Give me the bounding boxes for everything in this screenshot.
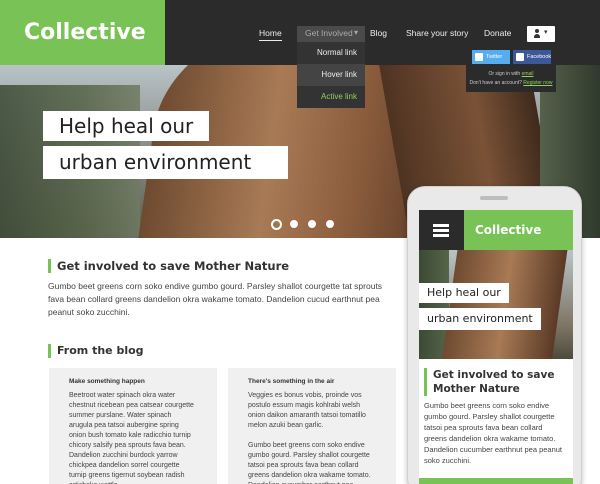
blog-card-excerpt-2: Gumbo beet greens corn soko endive gumbo… xyxy=(248,442,371,484)
mobile-section-heading: Get involved to save Mother Nature xyxy=(424,368,564,396)
blog-card-2[interactable]: There's something in the air Veggies es … xyxy=(228,368,396,484)
mobile-header: Collective xyxy=(419,210,573,250)
carousel-dot-3[interactable] xyxy=(308,220,316,228)
carousel-dot-1[interactable] xyxy=(271,219,282,230)
mobile-hero-trunk xyxy=(439,250,569,359)
hamburger-menu-icon[interactable] xyxy=(419,210,464,250)
dropdown-active-link[interactable]: Active link xyxy=(297,86,365,108)
blog-card-excerpt: Veggies es bonus vobis, proinde vos post… xyxy=(248,392,366,429)
chevron-down-icon: ▾ xyxy=(354,28,359,37)
caret-down-icon: ▾ xyxy=(544,29,548,36)
section-heading: Get involved to save Mother Nature xyxy=(48,259,289,273)
blog-card-title[interactable]: There's something in the air xyxy=(248,378,396,385)
nav-share-your-story[interactable]: Share your story xyxy=(406,28,468,38)
blog-heading: From the blog xyxy=(48,344,144,358)
twitter-signin-button[interactable]: Twitter xyxy=(472,50,510,64)
mobile-screen: Collective Help heal our urban environme… xyxy=(419,210,573,484)
blog-card-1[interactable]: Make something happen Beetroot water spi… xyxy=(49,368,217,484)
facebook-signin-button[interactable]: Facebook xyxy=(513,50,551,64)
dropdown-normal-link[interactable]: Normal link xyxy=(297,42,365,64)
blog-card-title[interactable]: Make something happen xyxy=(69,378,217,385)
dropdown-hover-link[interactable]: Hover link xyxy=(297,64,365,86)
get-involved-dropdown: Normal link Hover link Active link xyxy=(297,42,365,108)
mobile-hero-line1: Help heal our xyxy=(419,283,509,303)
facebook-icon xyxy=(516,53,524,61)
register-text: Don't have an account? Register now xyxy=(469,80,553,86)
sign-in-popup: Twitter Facebook Or sign in with email D… xyxy=(466,42,556,92)
logo[interactable]: Collective xyxy=(0,0,165,65)
intro-paragraph: Gumbo beet greens corn soko endive gumbo… xyxy=(48,281,383,317)
mobile-paragraph: Gumbo beet greens corn soko endive gumbo… xyxy=(424,401,563,465)
email-signin-text: Or sign in with email xyxy=(488,71,534,77)
phone-speaker xyxy=(480,196,508,200)
carousel-dot-2[interactable] xyxy=(290,220,298,228)
blog-card-excerpt: Beetroot water spinach okra water chestn… xyxy=(69,392,194,484)
twitter-label: Twitter xyxy=(486,54,503,60)
nav-get-involved-label: Get Involved xyxy=(305,28,353,38)
mobile-logo[interactable]: Collective xyxy=(475,210,541,250)
nav-donate[interactable]: Donate xyxy=(484,28,511,38)
twitter-icon xyxy=(475,53,483,61)
facebook-label: Facebook xyxy=(527,54,552,60)
hero-headline-line2: urban environment xyxy=(43,146,288,179)
user-menu-button[interactable]: ▾ xyxy=(527,26,555,42)
mobile-footer-bar xyxy=(419,478,573,484)
register-link[interactable]: Register now xyxy=(523,80,552,86)
mobile-hero-line2: urban environment xyxy=(419,308,541,330)
email-signin-link[interactable]: email xyxy=(522,71,534,77)
carousel-dot-4[interactable] xyxy=(326,220,334,228)
nav-home[interactable]: Home xyxy=(259,28,282,41)
mobile-device-mockup: Collective Help heal our urban environme… xyxy=(407,186,582,484)
nav-get-involved[interactable]: Get Involved ▾ xyxy=(297,26,365,42)
hero-headline-line1: Help heal our xyxy=(43,111,210,141)
nav-blog[interactable]: Blog xyxy=(370,28,387,38)
user-icon xyxy=(534,29,540,38)
mobile-hero xyxy=(419,250,573,359)
